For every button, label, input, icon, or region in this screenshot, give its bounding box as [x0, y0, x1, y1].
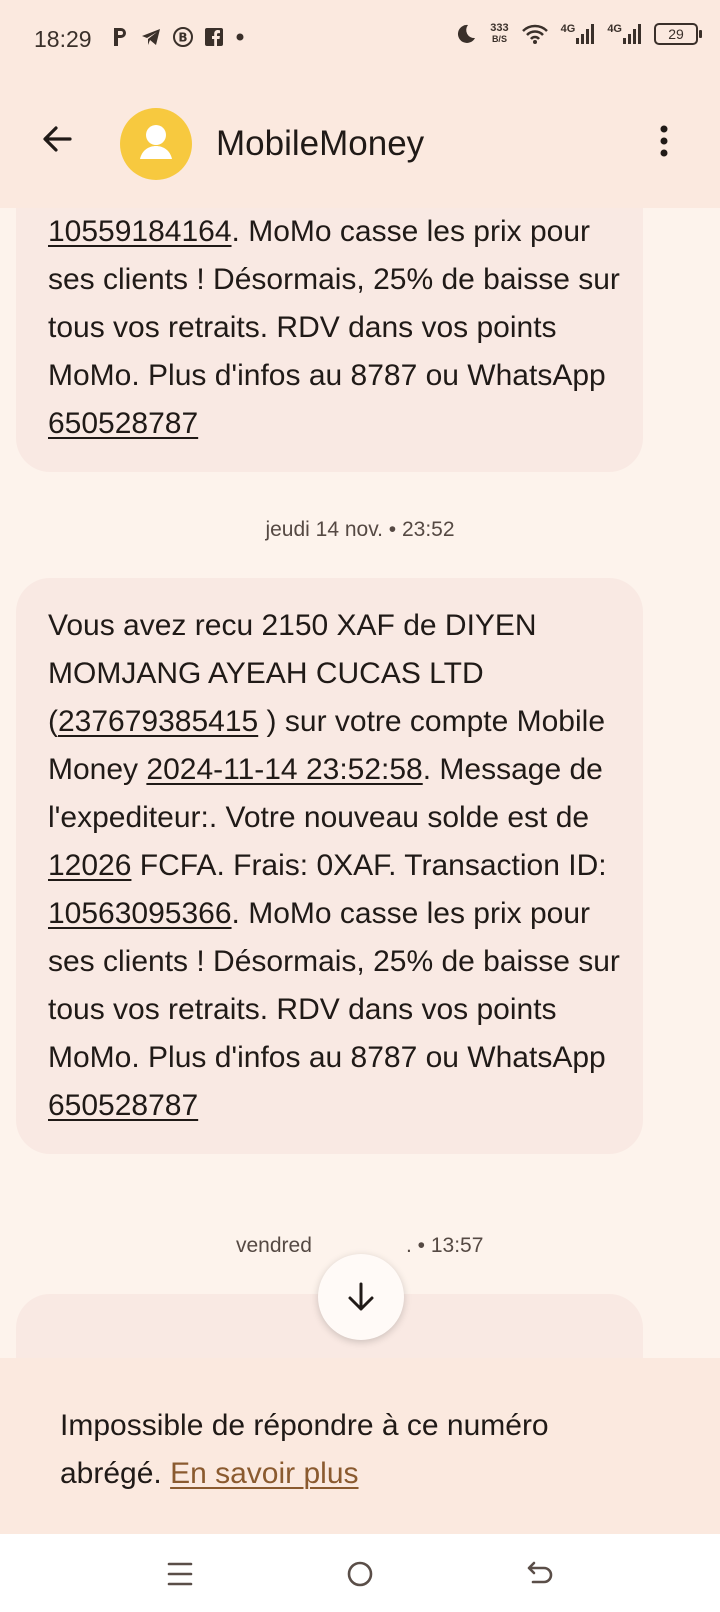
telegram-icon	[142, 29, 160, 45]
scroll-to-bottom-button[interactable]	[318, 1254, 404, 1340]
message-text: Vous avez recu 2150 XAF de DIYEN MOMJANG…	[48, 602, 623, 1130]
timestamp-left: vendred	[236, 1234, 312, 1257]
moon-icon	[458, 24, 476, 43]
status-bar: 18:29 B 333 B/S 4G 4G 29	[0, 0, 720, 82]
message-bubble[interactable]: 10559184164. MoMo casse les prix pour se…	[16, 208, 643, 472]
message-text: 10559184164. MoMo casse les prix pour se…	[48, 208, 623, 448]
more-vert-icon	[660, 125, 668, 157]
recents-button[interactable]	[152, 1552, 208, 1596]
signal-icon	[623, 24, 641, 44]
status-time: 18:29	[34, 26, 92, 52]
learn-more-link[interactable]: En savoir plus	[170, 1457, 358, 1490]
svg-text:B: B	[178, 31, 187, 45]
person-icon	[140, 125, 172, 159]
wifi-icon	[521, 24, 548, 44]
message-text-part: FCFA. Frais: 0XAF. Transaction ID:	[131, 849, 607, 882]
transaction-id-link[interactable]: 10559184164	[48, 215, 232, 248]
b-circle-icon: B	[173, 27, 193, 47]
arrow-back-icon	[43, 126, 72, 152]
system-status-icons: 333 B/S 4G 4G 29	[454, 22, 702, 46]
arrow-down-icon	[348, 1282, 374, 1311]
fb-icon	[205, 28, 223, 46]
balance-link[interactable]: 12026	[48, 849, 131, 882]
whatsapp-number-link[interactable]: 650528787	[48, 407, 198, 440]
network-type-2: 4G	[607, 23, 622, 35]
back-nav-icon	[527, 1561, 553, 1584]
signal-2: 4G	[607, 23, 642, 45]
menu-icon	[167, 1562, 193, 1586]
contact-name: MobileMoney	[216, 124, 425, 163]
phone-number-link[interactable]: 237679385415	[58, 705, 258, 738]
transaction-id-link[interactable]: 10563095366	[48, 897, 232, 930]
back-button[interactable]	[30, 112, 84, 166]
p-icon	[114, 28, 126, 46]
notification-icons: B	[110, 26, 246, 48]
dot-icon	[236, 33, 244, 41]
network-speed: 333 B/S	[490, 23, 508, 45]
reply-disabled-text: Impossible de répondre à ce numéro abrég…	[60, 1402, 620, 1498]
home-button[interactable]	[332, 1552, 388, 1596]
datetime-link[interactable]: 2024-11-14 23:52:58	[146, 753, 422, 786]
signal-icon	[576, 24, 595, 44]
speed-value: 333	[490, 22, 509, 34]
network-type-1: 4G	[560, 23, 576, 35]
speed-unit: B/S	[491, 34, 507, 44]
signal-1: 4G	[561, 23, 596, 45]
more-options-button[interactable]	[642, 114, 686, 168]
home-circle-icon	[347, 1561, 373, 1587]
reply-disabled-banner: Impossible de répondre à ce numéro abrég…	[0, 1358, 720, 1534]
battery-icon: 29	[654, 23, 702, 45]
conversation-header: MobileMoney	[0, 82, 720, 208]
message-list[interactable]: 10559184164. MoMo casse les prix pour se…	[0, 208, 720, 1358]
message-bubble[interactable]: Vous avez recu 2150 XAF de DIYEN MOMJANG…	[16, 578, 643, 1154]
battery-level: 29	[668, 26, 684, 42]
system-nav-bar	[0, 1534, 720, 1612]
message-timestamp: jeudi 14 nov. • 23:52	[265, 518, 455, 541]
avatar[interactable]	[120, 108, 192, 180]
timestamp-right: . • 13:57	[406, 1234, 484, 1257]
whatsapp-number-link[interactable]: 650528787	[48, 1089, 198, 1122]
back-nav-button[interactable]	[512, 1552, 568, 1596]
